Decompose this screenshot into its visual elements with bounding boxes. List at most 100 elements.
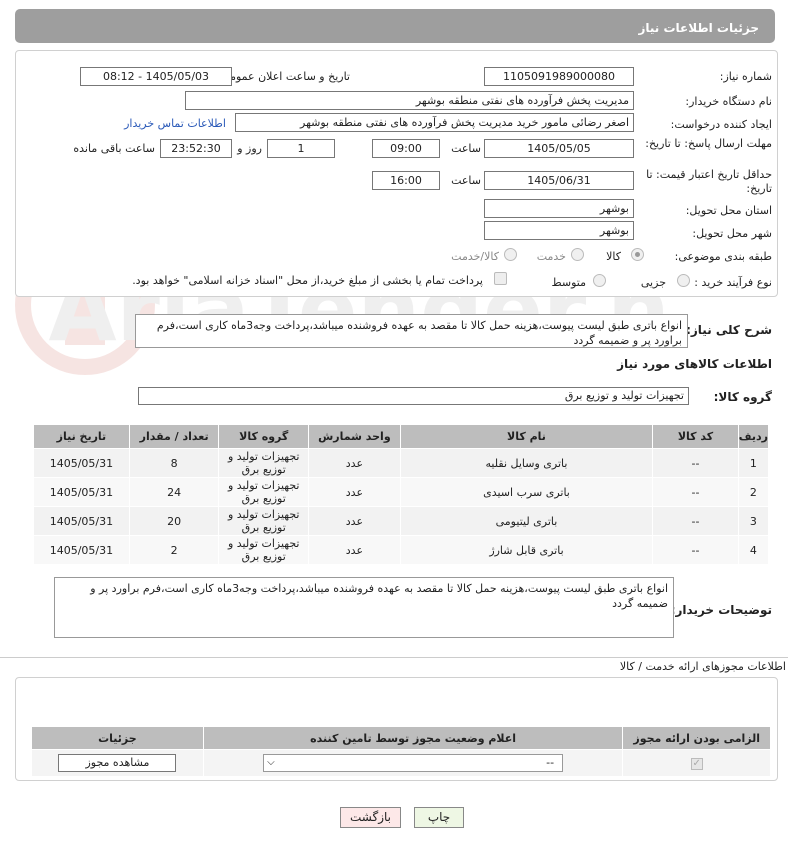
buyer-notes-label: توضیحات خریدار: (670, 603, 772, 617)
cell-qty: 24 (128, 477, 220, 507)
category-radio-both[interactable] (504, 248, 517, 261)
col-qty: تعداد / مقدار (128, 424, 220, 449)
cell-index: 1 (737, 448, 770, 478)
deadline-time-label: ساعت (451, 142, 481, 155)
cell-code: -- (652, 535, 739, 565)
process-radio-minor[interactable] (677, 274, 690, 287)
cell-unit: عدد (308, 477, 401, 507)
province-field: بوشهر (484, 199, 634, 218)
cell-date: 1405/05/31 (33, 506, 130, 536)
announce-label: تاریخ و ساعت اعلان عمومی: (217, 70, 350, 83)
buyer-contact-link[interactable]: اطلاعات تماس خریدار (124, 117, 226, 130)
print-button[interactable]: چاپ (414, 807, 464, 828)
cell-license-details: مشاهده مجوز (31, 749, 204, 777)
cell-unit: عدد (308, 448, 401, 478)
col-index: ردیف (737, 424, 770, 449)
category-label: طبقه بندی موضوعی: (674, 250, 772, 263)
category-option-goods: کالا (606, 250, 621, 263)
table-row: 4 -- باتری قابل شارژ عدد تجهیزات تولید و… (33, 535, 770, 565)
cell-group: تجهیزات تولید و توزیع برق (218, 448, 310, 478)
category-radio-service[interactable] (571, 248, 584, 261)
page-title: جزئیات اطلاعات نیاز (638, 21, 759, 35)
deadline-date-field: 1405/05/05 (484, 139, 634, 158)
chevron-down-icon: ⌵ (267, 757, 275, 768)
cell-name: باتری لیتیومی (399, 506, 654, 536)
col-license-details: جزئیات (31, 726, 204, 750)
table-row: 1 -- باتری وسایل نقلیه عدد تجهیزات تولید… (33, 448, 770, 478)
cell-index: 4 (737, 535, 770, 565)
summary-textarea[interactable]: انواع باتری طبق لیست پیوست،هزینه حمل کال… (135, 314, 688, 348)
view-license-button[interactable]: مشاهده مجوز (58, 754, 177, 772)
cell-unit: عدد (308, 535, 401, 565)
col-license-required: الزامی بودن ارائه مجوز (622, 726, 771, 750)
validity-label: حداقل تاریخ اعتبار قیمت: تا تاریخ: (646, 168, 772, 195)
goods-group-field: تجهیزات تولید و توزیع برق (138, 387, 689, 405)
days-field: 1 (267, 139, 335, 158)
cell-date: 1405/05/31 (33, 448, 130, 478)
col-name: نام کالا (399, 424, 654, 449)
page-header: جزئیات اطلاعات نیاز (15, 9, 775, 43)
creator-label: ایجاد کننده درخواست: (670, 118, 772, 131)
validity-time-field: 16:00 (372, 171, 440, 190)
process-option-minor: جزیی (640, 276, 666, 289)
cell-name: باتری وسایل نقلیه (399, 448, 654, 478)
need-number-field: 1105091989000080 (484, 67, 634, 86)
cell-group: تجهیزات تولید و توزیع برق (218, 477, 310, 507)
validity-time-label: ساعت (451, 174, 481, 187)
days-label: روز و (237, 142, 262, 155)
buyer-org-field: مدیریت پخش فرآورده های نفتی منطقه بوشهر (185, 91, 634, 110)
goods-table-header: ردیف کد کالا نام کالا واحد شمارش گروه کا… (33, 424, 770, 449)
back-button[interactable]: بازگشت (340, 807, 401, 828)
col-date: تاریخ نیاز (33, 424, 130, 449)
cell-qty: 2 (128, 535, 220, 565)
licenses-divider (0, 657, 788, 658)
remaining-time-field: 23:52:30 (160, 139, 232, 158)
goods-section-title: اطلاعات کالاهای مورد نیاز (617, 357, 772, 371)
goods-group-label: گروه کالا: (713, 390, 772, 404)
buyer-notes-textarea[interactable]: انواع باتری طبق لیست پیوست،هزینه حمل کال… (54, 577, 674, 638)
province-label: استان محل تحویل: (685, 204, 772, 217)
summary-label: شرح کلی نیاز: (686, 323, 772, 337)
creator-field: اصغر رضائی مامور خرید مدیریت پخش فرآورده… (235, 113, 634, 132)
licenses-table: الزامی بودن ارائه مجوز اعلام وضعیت مجوز … (31, 726, 771, 777)
cell-license-required: ✓ (622, 749, 771, 777)
validity-date-field: 1405/06/31 (484, 171, 634, 190)
license-status-select[interactable]: -- ⌵ (263, 754, 564, 772)
col-group: گروه کالا (218, 424, 310, 449)
process-radio-medium[interactable] (593, 274, 606, 287)
need-number-label: شماره نیاز: (719, 70, 772, 83)
col-code: کد کالا (652, 424, 739, 449)
deadline-label: مهلت ارسال پاسخ: تا تاریخ: (645, 137, 772, 150)
category-radio-goods[interactable] (631, 248, 644, 261)
cell-code: -- (652, 506, 739, 536)
cell-name: باتری قابل شارژ (399, 535, 654, 565)
licenses-table-header: الزامی بودن ارائه مجوز اعلام وضعیت مجوز … (31, 726, 771, 750)
announce-field: 1405/05/03 - 08:12 (80, 67, 232, 86)
cell-group: تجهیزات تولید و توزیع برق (218, 506, 310, 536)
license-status-value: -- (546, 756, 555, 769)
city-label: شهر محل تحویل: (692, 227, 772, 240)
category-option-service: خدمت (536, 250, 566, 263)
treasury-payment-checkbox[interactable] (494, 272, 507, 285)
cell-name: باتری سرب اسیدی (399, 477, 654, 507)
cell-code: -- (652, 448, 739, 478)
process-option-medium: متوسط (551, 276, 586, 289)
table-row: 3 -- باتری لیتیومی عدد تجهیزات تولید و ت… (33, 506, 770, 536)
cell-group: تجهیزات تولید و توزیع برق (218, 535, 310, 565)
col-license-status: اعلام وضعیت مجوز توسط تامین کننده (202, 726, 624, 750)
licenses-section-title: اطلاعات مجوزهای ارائه خدمت / کالا (619, 660, 786, 673)
process-label: نوع فرآیند خرید : (694, 276, 772, 289)
cell-qty: 20 (128, 506, 220, 536)
buyer-org-label: نام دستگاه خریدار: (685, 95, 772, 108)
remaining-label: ساعت باقی مانده (73, 142, 155, 155)
table-row: ✓ -- ⌵ مشاهده مجوز (31, 749, 771, 777)
cell-license-status: -- ⌵ (202, 749, 624, 777)
license-required-checkbox[interactable]: ✓ (690, 758, 703, 770)
category-option-both: کالا/خدمت (451, 250, 499, 263)
cell-index: 3 (737, 506, 770, 536)
goods-table: ردیف کد کالا نام کالا واحد شمارش گروه کا… (33, 424, 770, 565)
treasury-payment-note: پرداخت تمام یا بخشی از مبلغ خرید،از محل … (132, 274, 483, 287)
deadline-time-field: 09:00 (372, 139, 440, 158)
cell-code: -- (652, 477, 739, 507)
cell-date: 1405/05/31 (33, 477, 130, 507)
